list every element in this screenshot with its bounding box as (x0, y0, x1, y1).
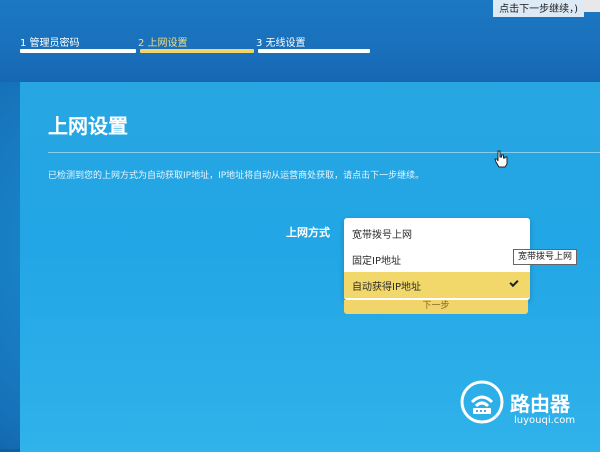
option-dhcp-label: 自动获得IP地址 (352, 281, 421, 293)
step-1-bar (20, 49, 136, 53)
step-2-bar (140, 49, 254, 53)
step-progress: 1 管理员密码 2 上网设置 3 无线设置 (0, 34, 600, 64)
window-corner-button[interactable] (584, 0, 600, 12)
watermark-site: luyouqi.com (514, 415, 576, 426)
router-logo-icon (460, 380, 504, 424)
connection-type-label: 上网方式 (286, 226, 330, 239)
option-static-ip[interactable]: 固定IP地址 (344, 246, 530, 272)
option-pppoe[interactable]: 宽带拨号上网 (344, 220, 530, 246)
step-3-bar (258, 49, 370, 53)
next-button[interactable]: 下一步 (344, 300, 528, 314)
corner-text: 点击下一步继续，) (493, 0, 584, 17)
title-divider (48, 152, 600, 153)
option-static-ip-label: 固定IP地址 (352, 255, 401, 267)
step-3-label: 3 无线设置 (256, 38, 306, 49)
step-1-label: 1 管理员密码 (20, 38, 80, 49)
option-dhcp[interactable]: 自动获得IP地址 (344, 272, 530, 298)
check-icon (509, 277, 519, 288)
watermark-name: 路由器 (510, 392, 570, 416)
hand-cursor-icon (494, 150, 508, 168)
connection-type-dropdown[interactable]: 宽带拨号上网 固定IP地址 自动获得IP地址 (344, 218, 530, 300)
option-pppoe-label: 宽带拨号上网 (352, 229, 412, 241)
detection-message: 已检测到您的上网方式为自动获取IP地址，IP地址将自动从运营商处获取，请点击下一… (48, 171, 425, 181)
page-title: 上网设置 (48, 114, 128, 138)
step-2-label: 2 上网设置 (138, 38, 188, 49)
option-tooltip: 宽带拨号上网 (513, 249, 578, 265)
